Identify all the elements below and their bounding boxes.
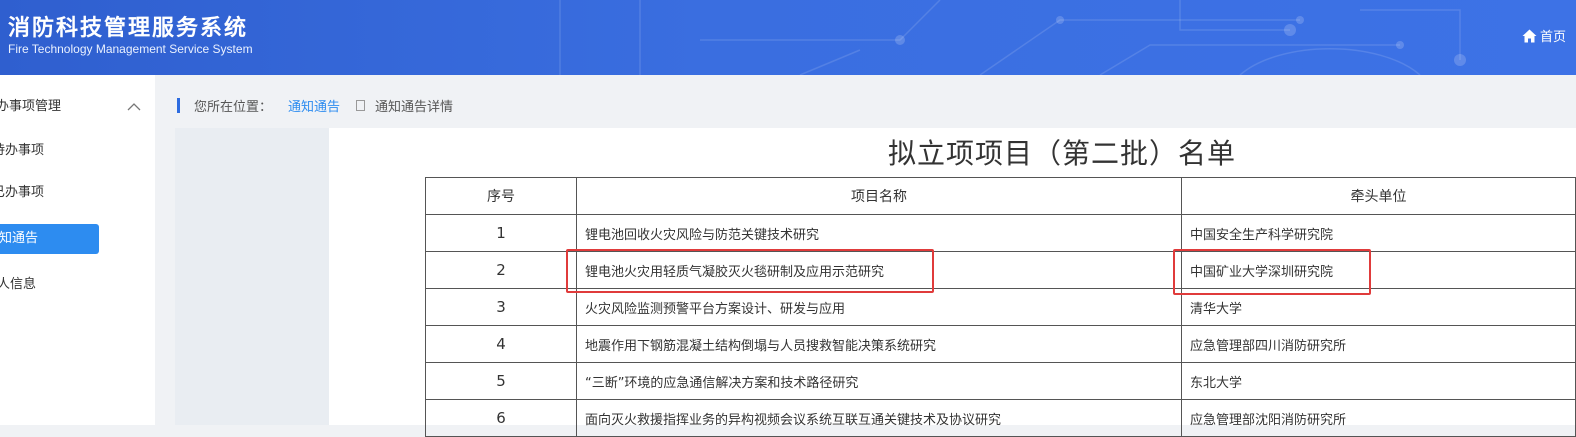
cell-org: 中国安全生产科学研究院 bbox=[1181, 214, 1576, 252]
cell-name: “三断”环境的应急通信解决方案和技术路径研究 bbox=[575, 362, 1183, 400]
breadcrumb-prefix: 您所在位置： bbox=[194, 99, 273, 115]
cell-org: 应急管理部四川消防研究所 bbox=[1181, 325, 1576, 363]
sidebar-group-tasks[interactable]: 办事项管理 bbox=[0, 92, 146, 122]
breadcrumb-marker bbox=[177, 97, 180, 113]
breadcrumb-separator-icon bbox=[356, 99, 366, 111]
cell-name: 锂电池回收火灾风险与防范关键技术研究 bbox=[575, 214, 1183, 252]
highlight-box-project bbox=[566, 249, 934, 293]
cell-no: 1 bbox=[425, 214, 577, 252]
cell-name: 面向灭火救援指挥业务的异构视频会议系统互联互通关键技术及协议研究 bbox=[575, 399, 1183, 437]
sidebar-item-label: 人信息 bbox=[0, 277, 37, 292]
sidebar-group-label: 办事项管理 bbox=[0, 99, 62, 114]
app-subtitle: Fire Technology Management Service Syste… bbox=[8, 42, 253, 56]
cell-name: 火灾风险监测预警平台方案设计、研发与应用 bbox=[575, 288, 1183, 326]
project-table: 序号 项目名称 牵头单位 1 锂电池回收火灾风险与防范关键技术研究 中国安全生产… bbox=[425, 177, 1576, 437]
home-link[interactable]: 首页 bbox=[1522, 26, 1566, 45]
cell-no: 3 bbox=[425, 288, 577, 326]
cell-no: 6 bbox=[425, 399, 577, 437]
sidebar-item-label: 知通告 bbox=[0, 231, 39, 246]
table-row: 1 锂电池回收火灾风险与防范关键技术研究 中国安全生产科学研究院 bbox=[425, 214, 1576, 252]
sidebar-item-done[interactable]: 已办事项 bbox=[0, 178, 44, 208]
breadcrumb-current: 通知通告详情 bbox=[375, 99, 454, 115]
cell-no: 4 bbox=[425, 325, 577, 363]
highlight-box-org bbox=[1173, 249, 1371, 295]
chevron-up-icon bbox=[127, 103, 141, 111]
column-header-org: 牵头单位 bbox=[1181, 177, 1576, 215]
table-header-row: 序号 项目名称 牵头单位 bbox=[425, 177, 1576, 215]
column-header-no: 序号 bbox=[425, 177, 577, 215]
sidebar: 办事项管理 待办事项 已办事项 知通告 人信息 bbox=[0, 75, 155, 425]
table-row: 4 地震作用下钢筋混凝土结构倒塌与人员搜救智能决策系统研究 应急管理部四川消防研… bbox=[425, 325, 1576, 363]
cell-org: 应急管理部沈阳消防研究所 bbox=[1181, 399, 1576, 437]
sidebar-item-profile[interactable]: 人信息 bbox=[0, 270, 36, 300]
document-title: 拟立项项目（第二批）名单 bbox=[888, 137, 1237, 170]
cell-no: 2 bbox=[425, 251, 577, 289]
app-title: 消防科技管理服务系统 bbox=[8, 16, 249, 41]
home-label: 首页 bbox=[1539, 30, 1566, 45]
table-row: 6 面向灭火救援指挥业务的异构视频会议系统互联互通关键技术及协议研究 应急管理部… bbox=[425, 399, 1576, 437]
table-row: 5 “三断”环境的应急通信解决方案和技术路径研究 东北大学 bbox=[425, 362, 1576, 400]
sidebar-item-notices[interactable]: 知通告 bbox=[0, 224, 99, 254]
sidebar-item-label: 待办事项 bbox=[0, 143, 45, 158]
home-icon bbox=[1522, 29, 1537, 42]
breadcrumb: 您所在位置： 通知通告 通知通告详情 bbox=[177, 96, 454, 115]
left-panel bbox=[175, 128, 329, 425]
sidebar-item-label: 已办事项 bbox=[0, 185, 45, 200]
table-row: 3 火灾风险监测预警平台方案设计、研发与应用 清华大学 bbox=[425, 288, 1576, 326]
cell-name: 地震作用下钢筋混凝土结构倒塌与人员搜救智能决策系统研究 bbox=[575, 325, 1183, 363]
cell-no: 5 bbox=[425, 362, 577, 400]
column-header-name: 项目名称 bbox=[575, 177, 1183, 215]
app-header: 消防科技管理服务系统 Fire Technology Management Se… bbox=[0, 0, 1576, 75]
cell-org: 东北大学 bbox=[1181, 362, 1576, 400]
sidebar-item-pending[interactable]: 待办事项 bbox=[0, 136, 44, 166]
breadcrumb-link-notices[interactable]: 通知通告 bbox=[288, 96, 340, 115]
